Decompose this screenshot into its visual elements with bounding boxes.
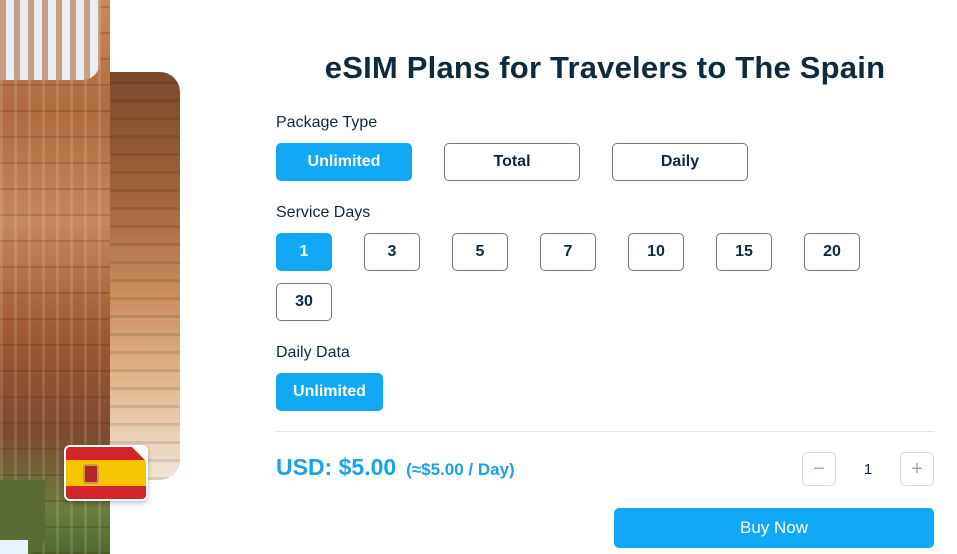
spain-flag-icon — [64, 445, 148, 501]
package-option-daily[interactable]: Daily — [612, 143, 748, 181]
minus-icon[interactable]: − — [802, 452, 836, 486]
photo-column — [110, 72, 180, 480]
divider — [276, 431, 934, 432]
daily-data-label: Daily Data — [276, 344, 350, 361]
service-days-option-20[interactable]: 20 — [804, 233, 860, 271]
price-display: USD: $5.00 (≈$5.00 / Day) — [276, 454, 515, 481]
photo-edge — [0, 540, 28, 554]
service-days-option-3[interactable]: 3 — [364, 233, 420, 271]
coat-of-arms — [83, 464, 99, 484]
package-option-unlimited[interactable]: Unlimited — [276, 143, 412, 181]
plus-icon[interactable]: + — [900, 452, 934, 486]
photo-tower-top — [0, 0, 100, 80]
service-days-option-1[interactable]: 1 — [276, 233, 332, 271]
price-total: USD: $5.00 — [276, 454, 397, 480]
buy-now-button[interactable]: Buy Now — [614, 508, 934, 548]
service-days-option-30[interactable]: 30 — [276, 283, 332, 321]
price-per-day: (≈$5.00 / Day) — [406, 460, 515, 479]
service-days-option-10[interactable]: 10 — [628, 233, 684, 271]
service-days-option-15[interactable]: 15 — [716, 233, 772, 271]
service-days-option-7[interactable]: 7 — [540, 233, 596, 271]
daily-data-option-unlimited[interactable]: Unlimited — [276, 373, 383, 411]
package-type-label: Package Type — [276, 114, 378, 131]
package-option-total[interactable]: Total — [444, 143, 580, 181]
quantity-value: 1 — [863, 460, 873, 478]
service-days-option-5[interactable]: 5 — [452, 233, 508, 271]
service-days-label: Service Days — [276, 204, 371, 221]
page-title: eSIM Plans for Travelers to The Spain — [324, 50, 886, 85]
